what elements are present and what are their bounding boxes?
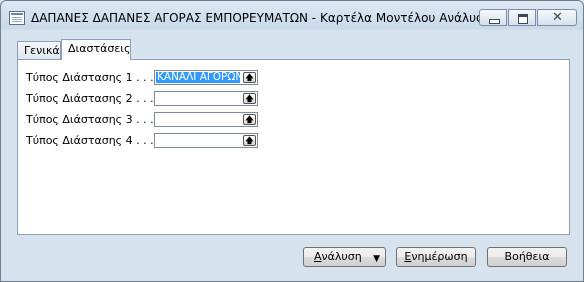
analysis-button[interactable]: Ανάλυση ▼ xyxy=(303,247,386,267)
dimension-3-field[interactable]: 🡅 xyxy=(154,112,258,127)
window-title: ΔΑΠΑΝΕΣ ΔΑΠΑΝΕΣ ΑΓΟΡΑΣ ΕΜΠΟΡΕΥΜΑΤΩΝ - Κα… xyxy=(31,11,499,25)
close-icon: ✕ xyxy=(552,10,563,25)
lookup-arrow-icon[interactable]: 🡅 xyxy=(243,114,256,125)
dimension-2-value xyxy=(156,93,158,104)
maximize-icon xyxy=(518,14,528,24)
lookup-arrow-icon[interactable]: 🡅 xyxy=(243,72,256,83)
analysis-label: νάλυση xyxy=(321,250,362,263)
lookup-arrow-icon[interactable]: 🡅 xyxy=(243,135,256,146)
dimensions-panel: Τύπος Διάστασης 1 . . . ΚΑΝΑΛΙ ΑΓΟΡΩΝ 🡅 … xyxy=(17,59,570,235)
dimension-4-field[interactable]: 🡅 xyxy=(154,133,258,148)
analysis-accel: Α xyxy=(314,250,322,263)
dimension-4-label: Τύπος Διάστασης 4 . . . xyxy=(26,134,154,147)
update-button[interactable]: Ενημέρωση xyxy=(396,247,476,267)
dropdown-arrow-icon: ▼ xyxy=(373,254,380,264)
dimension-3-label: Τύπος Διάστασης 3 . . . xyxy=(26,113,154,126)
tab-dimensions[interactable]: Διαστάσεις xyxy=(61,39,131,60)
dimension-2-field[interactable]: 🡅 xyxy=(154,91,258,106)
dimension-1-value: ΚΑΝΑΛΙ ΑΓΟΡΩΝ xyxy=(156,72,240,83)
tab-general[interactable]: Γενικά xyxy=(17,41,61,59)
close-button[interactable]: ✕ xyxy=(537,9,577,26)
maximize-button[interactable] xyxy=(508,9,536,26)
update-label: νημέρωση xyxy=(411,250,468,263)
analysis-view-card-window: ΔΑΠΑΝΕΣ ΔΑΠΑΝΕΣ ΑΓΟΡΑΣ ΕΜΠΟΡΕΥΜΑΤΩΝ - Κα… xyxy=(0,0,584,282)
dimension-4-value xyxy=(156,135,158,146)
lookup-arrow-icon[interactable]: 🡅 xyxy=(243,93,256,104)
dimension-1-label: Τύπος Διάστασης 1 . . . xyxy=(26,71,154,84)
dimension-3-value xyxy=(156,114,158,125)
minimize-icon xyxy=(489,19,500,24)
dimension-2-label: Τύπος Διάστασης 2 . . . xyxy=(26,92,154,105)
help-button[interactable]: Βοήθεια xyxy=(487,247,567,267)
app-window-icon[interactable] xyxy=(9,11,25,25)
title-bar[interactable]: ΔΑΠΑΝΕΣ ΔΑΠΑΝΕΣ ΑΓΟΡΑΣ ΕΜΠΟΡΕΥΜΑΤΩΝ - Κα… xyxy=(1,1,583,31)
minimize-button[interactable] xyxy=(479,9,507,26)
dimension-1-field[interactable]: ΚΑΝΑΛΙ ΑΓΟΡΩΝ 🡅 xyxy=(154,70,258,85)
